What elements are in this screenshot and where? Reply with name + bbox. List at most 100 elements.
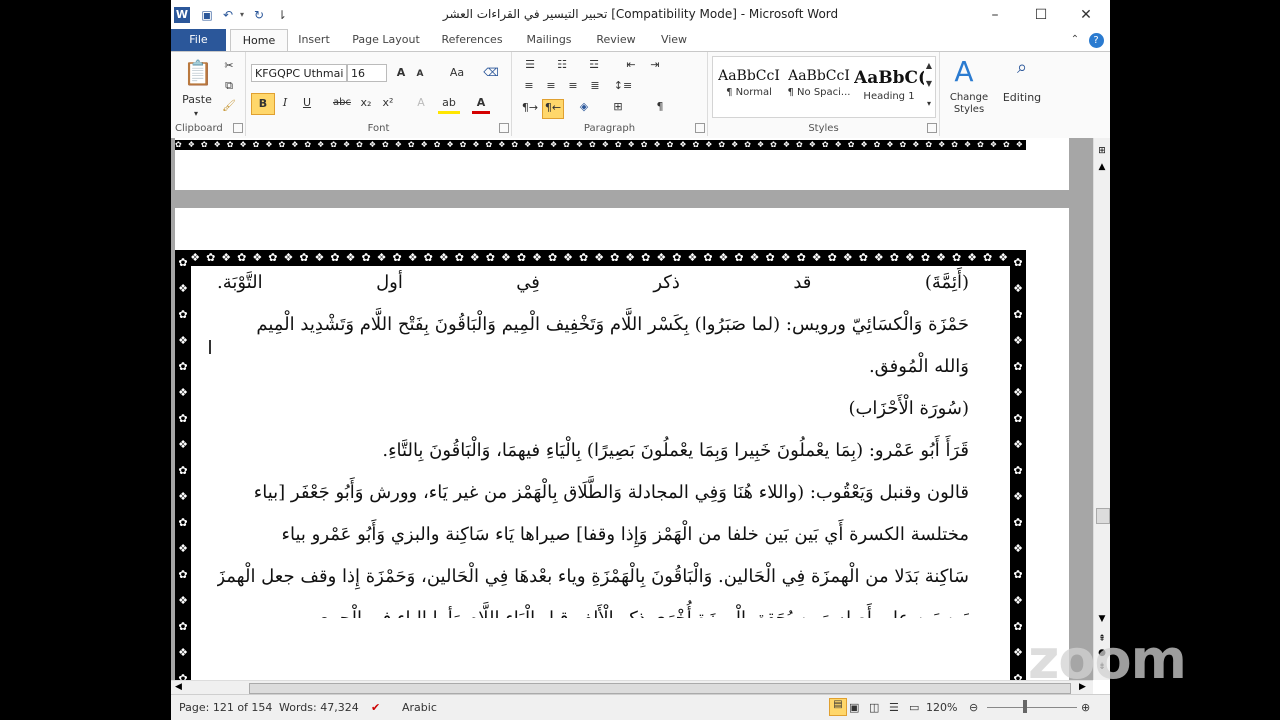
font-launcher-icon[interactable] [499,123,509,133]
tab-review[interactable]: Review [592,29,640,51]
font-size-box[interactable]: 16 [347,64,387,82]
shrink-font-button[interactable]: A [412,66,428,82]
zoom-out-icon[interactable]: ⊖ [969,701,978,714]
close-button[interactable]: ✕ [1064,2,1108,28]
zoom-slider[interactable] [987,707,1077,708]
font-name-box[interactable]: KFGQPC Uthmai [251,64,347,82]
cut-icon[interactable]: ✂ [221,58,237,74]
change-case-button[interactable]: Aa [444,65,470,81]
rtl-icon[interactable]: ¶← [542,99,564,119]
title-bar: W ▣ ↶ ▾ ↻ ⇂ تحبير التيسير في القراءات ال… [171,0,1110,29]
draft-view-icon[interactable]: ▭ [909,701,919,714]
font-label: Font [367,123,390,134]
shading-icon[interactable]: ◈ [574,99,594,115]
align-right-icon[interactable]: ≡ [564,78,582,94]
horizontal-scrollbar[interactable]: ◀ ▶ [171,680,1093,695]
clear-formatting-icon[interactable]: ⌫ [482,65,500,81]
page-border-ornament: ✿❖✿❖✿❖✿❖✿❖✿❖✿❖✿❖✿❖✿❖✿❖✿❖✿❖✿❖✿❖✿❖✿❖✿❖✿❖✿❖… [175,140,1026,150]
change-styles-button[interactable]: Change Styles [947,92,991,116]
align-left-icon[interactable]: ≡ [520,78,538,94]
italic-button[interactable]: I [277,95,293,111]
decrease-indent-icon[interactable]: ⇤ [622,57,640,73]
full-screen-view-icon[interactable]: ▣ [849,701,859,714]
align-center-icon[interactable]: ≡ [542,78,560,94]
styles-launcher-icon[interactable] [927,123,937,133]
paste-dropdown-icon[interactable]: ▾ [181,106,211,122]
styles-scroll-up-icon[interactable]: ▲ [924,58,934,74]
style-heading-1[interactable]: AaBbC( Heading 1 [854,60,924,110]
style-normal-sample: AaBbCcI [718,68,780,84]
editing-button[interactable]: Editing [997,90,1047,106]
style-no-spacing[interactable]: AaBbCcI ¶ No Spaci... [784,60,854,110]
doc-line: وَالله الْمُوفق. [868,356,969,377]
superscript-button[interactable]: x² [378,95,398,111]
outline-view-icon[interactable]: ☰ [889,701,899,714]
minimize-ribbon-icon[interactable]: ⌃ [1067,29,1083,51]
minimize-button[interactable]: – [973,2,1017,28]
borders-icon[interactable]: ⊞ [608,99,628,115]
page-border-left: ✿❖✿❖✿❖✿❖✿❖✿❖✿❖✿❖✿❖ [175,250,191,680]
styles-more-icon[interactable]: ▾ [924,96,934,112]
page-count[interactable]: Page: 121 of 154 [179,701,272,714]
web-layout-view-icon[interactable]: ◫ [869,701,879,714]
style-normal[interactable]: AaBbCcI ¶ Normal [714,60,784,110]
tab-mailings[interactable]: Mailings [523,29,575,51]
vertical-scrollbar[interactable]: ⊞ ▲ ▼ ⇞ ● ⇟ [1093,138,1110,680]
show-formatting-icon[interactable]: ¶ [652,99,668,115]
tab-home[interactable]: Home [230,29,288,53]
copy-icon[interactable]: ⧉ [221,78,237,94]
grow-font-button[interactable]: A [392,65,410,81]
zoom-watermark: zoom [1028,628,1187,691]
ruler-toggle-icon[interactable]: ⊞ [1096,146,1108,158]
font-group: KFGQPC Uthmai 16 A A Aa ⌫ B I U abc x₂ x… [246,52,512,136]
change-styles-icon[interactable]: A [944,56,984,88]
scroll-down-icon[interactable]: ▼ [1096,614,1108,626]
underline-button[interactable]: U [299,95,315,111]
text-effects-icon[interactable]: A [412,95,430,111]
format-painter-icon[interactable]: 🖌 [221,98,237,114]
text-cursor-icon [209,340,211,354]
font-color-icon[interactable]: A [472,95,490,114]
scroll-up-icon[interactable]: ▲ [1096,162,1108,174]
tab-view[interactable]: View [656,29,692,51]
font-name-value: KFGQPC Uthmai [255,67,344,80]
language-indicator[interactable]: Arabic [402,701,437,714]
maximize-button[interactable]: ☐ [1019,2,1063,28]
document-body[interactable]: (أَئِمَّةَ) قد ذكر فِي أول التَّوْبَة. ح… [217,262,969,618]
scroll-left-icon[interactable]: ◀ [175,682,182,692]
tab-page-layout[interactable]: Page Layout [351,29,421,51]
status-bar: Page: 121 of 154 Words: 47,324 ✔ Arabic … [171,694,1110,720]
multilevel-list-icon[interactable]: ☲ [584,57,604,73]
help-icon[interactable]: ? [1087,29,1105,51]
doc-line: مختلسة الكسرة أَي بَين بَين خلفا من الْه… [281,524,969,545]
highlight-icon[interactable]: ab [438,95,460,114]
page-border-right: ✿❖✿❖✿❖✿❖✿❖✿❖✿❖✿❖✿❖ [1010,250,1026,680]
numbering-icon[interactable]: ☷ [552,57,572,73]
paste-icon[interactable]: 📋 [181,58,215,88]
print-layout-view-icon[interactable]: ▤ [829,698,847,716]
increase-indent-icon[interactable]: ⇥ [646,57,664,73]
justify-icon[interactable]: ≣ [586,78,604,94]
paragraph-group: ☰ ☷ ☲ ⇤ ⇥ ≡ ≡ ≡ ≣ ↕≡ ¶→ ¶← ◈ ⊞ ¶ Paragra… [512,52,708,136]
styles-group: AaBbCcI ¶ Normal AaBbCcI ¶ No Spaci... A… [708,52,974,136]
tab-insert[interactable]: Insert [293,29,335,51]
subscript-button[interactable]: x₂ [356,95,376,111]
paragraph-launcher-icon[interactable] [695,123,705,133]
zoom-slider-thumb[interactable] [1023,700,1027,713]
vertical-scroll-thumb[interactable] [1096,508,1110,524]
proofing-icon[interactable]: ✔ [371,701,380,714]
bold-button[interactable]: B [251,93,275,115]
tab-file[interactable]: File [171,29,226,51]
strikethrough-button[interactable]: abc [330,95,354,111]
tab-references[interactable]: References [439,29,505,51]
line-spacing-icon[interactable]: ↕≡ [612,78,634,94]
clipboard-launcher-icon[interactable] [233,123,243,133]
zoom-level[interactable]: 120% [926,701,957,714]
ltr-icon[interactable]: ¶→ [520,100,540,116]
word-count[interactable]: Words: 47,324 [279,701,359,714]
bullets-icon[interactable]: ☰ [520,57,540,73]
horizontal-scroll-thumb[interactable] [249,683,1071,694]
zoom-in-icon[interactable]: ⊕ [1081,701,1090,714]
styles-scroll-down-icon[interactable]: ▼ [924,76,934,92]
binoculars-icon[interactable]: ⌕ [1009,59,1035,77]
